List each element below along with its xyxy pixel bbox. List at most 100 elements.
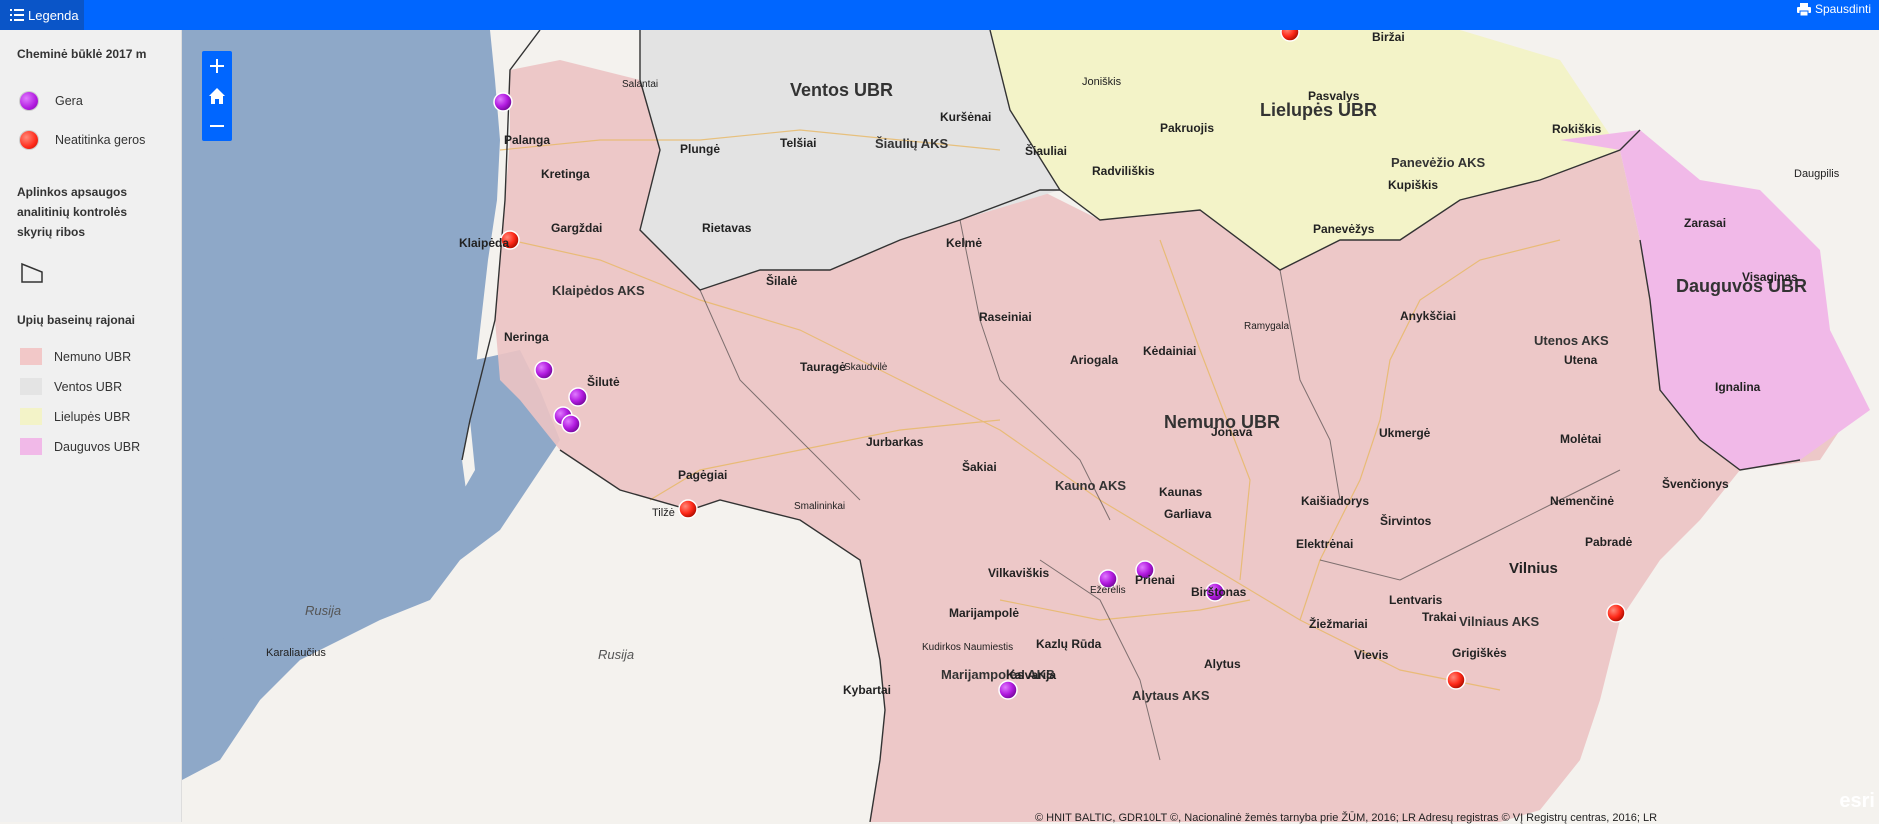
home-button[interactable]	[202, 81, 232, 111]
city-label: Salantai	[622, 79, 659, 90]
city-label: Zarasai	[1684, 216, 1727, 230]
station-marker-not-good[interactable]	[1606, 603, 1626, 623]
boundary-title-line-2: analitinių kontrolės	[17, 205, 128, 219]
city-label: Ramygala	[1244, 321, 1290, 332]
city-label: Raseiniai	[979, 310, 1032, 324]
city-label: Utena	[1564, 353, 1598, 367]
aks-label: Panevėžio AKS	[1391, 155, 1486, 170]
station-marker-not-good[interactable]	[1280, 30, 1300, 42]
city-label: Anykščiai	[1400, 309, 1457, 323]
city-label: Kalvarija	[1006, 668, 1057, 682]
city-label: Ukmergė	[1379, 426, 1431, 440]
city-label: Elektrėnai	[1296, 537, 1354, 551]
basin-item-nemunas: Nemuno UBR	[20, 348, 131, 365]
city-label: Birštonas	[1191, 585, 1247, 599]
city-label: Žiežmariai	[1309, 617, 1368, 631]
city-label: Pabradė	[1585, 535, 1633, 549]
aks-label: Alytaus AKS	[1132, 688, 1210, 703]
city-label: Kupiškis	[1388, 178, 1439, 192]
city-label: Joniškis	[1082, 76, 1122, 88]
basin-item-label: Dauguvos UBR	[54, 439, 141, 454]
boundary-title-line-1: Aplinkos apsaugos	[17, 185, 128, 199]
city-label: Kaunas	[1159, 485, 1203, 499]
city-label: Ežerėlis	[1090, 585, 1126, 596]
map-attribution: © HNIT BALTIC, GDR10LT ©, Nacionalinė že…	[1035, 812, 1658, 824]
city-label: Biržai	[1372, 30, 1405, 44]
basin-item-dauguva: Dauguvos UBR	[20, 438, 140, 455]
city-label: Telšiai	[780, 136, 817, 150]
station-marker-not-good[interactable]	[1446, 670, 1466, 690]
city-label: Pasvalys	[1308, 89, 1360, 103]
city-label: Rokiškis	[1552, 122, 1602, 136]
legend-item-good: Gera	[20, 92, 83, 110]
home-icon	[209, 88, 225, 104]
city-label: Vilnius	[1509, 560, 1558, 577]
city-label: Neringa	[504, 330, 549, 344]
basin-item-label: Ventos UBR	[54, 379, 123, 394]
minus-icon	[210, 125, 224, 127]
city-label: Pagėgiai	[678, 468, 728, 482]
country-label: Rusija	[305, 603, 342, 618]
station-marker-good[interactable]	[534, 360, 554, 380]
city-label: Širvintos	[1380, 514, 1432, 528]
city-label: Kretinga	[541, 167, 590, 181]
ubr-label: Ventos UBR	[790, 80, 894, 100]
boundary-polygon-icon	[21, 262, 43, 283]
city-label: Šiauliai	[1025, 144, 1068, 158]
city-label: Jurbarkas	[866, 435, 924, 449]
legend-toggle-button[interactable]: Legenda	[0, 0, 84, 30]
city-label: Šakiai	[962, 460, 997, 474]
legend-item-label: Gera	[55, 94, 83, 108]
purple-dot-icon	[20, 92, 38, 110]
red-dot-icon	[20, 131, 38, 149]
city-label: Prienai	[1135, 573, 1176, 587]
zoom-out-button[interactable]	[202, 111, 232, 141]
city-label: Plungė	[680, 142, 721, 156]
zoom-controls	[202, 51, 232, 141]
city-label: Panevėžys	[1313, 222, 1375, 236]
aks-label: Kauno AKS	[1055, 478, 1127, 493]
city-label: Palanga	[504, 133, 551, 147]
city-label: Ariogala	[1070, 353, 1119, 367]
city-label: Alytus	[1204, 657, 1241, 671]
station-marker-good[interactable]	[998, 680, 1018, 700]
country-label: Rusija	[598, 647, 635, 662]
city-label: Skaudvilė	[844, 362, 888, 373]
legend-button-label: Legenda	[28, 7, 79, 23]
map-view[interactable]: Ventos UBR Lielupės UBR Nemuno UBR Daugu…	[182, 30, 1879, 822]
aks-label: Klaipėdos AKS	[552, 283, 645, 298]
city-label: Kuršėnai	[940, 110, 992, 124]
aks-label: Utenos AKS	[1534, 333, 1609, 348]
esri-logo-text: esri	[1839, 790, 1875, 812]
aks-label: Vilniaus AKS	[1459, 614, 1540, 629]
aks-label: Šiaulių AKS	[875, 136, 949, 151]
city-label: Karaliaučius	[266, 647, 326, 659]
city-label: Grigiškės	[1452, 646, 1507, 660]
print-button-label: Spausdinti	[1814, 2, 1871, 16]
legend-item-not-good: Neatitinka geros	[20, 131, 145, 149]
station-marker-not-good[interactable]	[678, 499, 698, 519]
city-label: Gargždai	[551, 221, 603, 235]
city-label: Vievis	[1354, 648, 1389, 662]
city-label: Kybartai	[843, 683, 892, 697]
station-marker-good[interactable]	[561, 414, 581, 434]
city-label: Tilžė	[652, 507, 675, 519]
station-marker-good[interactable]	[568, 387, 588, 407]
station-marker-good[interactable]	[493, 92, 513, 112]
city-label: Pakruojis	[1160, 121, 1215, 135]
city-label: Šilalė	[766, 274, 798, 288]
city-label: Ignalina	[1715, 380, 1761, 394]
city-label: Lentvaris	[1389, 593, 1443, 607]
swatch-icon	[20, 438, 42, 455]
print-button[interactable]: Spausdinti	[1789, 0, 1879, 18]
city-label: Šilutė	[587, 375, 620, 389]
city-label: Klaipėda	[459, 236, 510, 250]
city-label: Švenčionys	[1662, 477, 1729, 491]
city-label: Visaginas	[1742, 270, 1798, 284]
top-toolbar	[0, 0, 1879, 30]
city-label: Kėdainiai	[1143, 344, 1197, 358]
city-label: Trakai	[1422, 610, 1457, 624]
list-icon	[10, 9, 24, 21]
swatch-icon	[20, 378, 42, 395]
zoom-in-button[interactable]	[202, 51, 232, 81]
